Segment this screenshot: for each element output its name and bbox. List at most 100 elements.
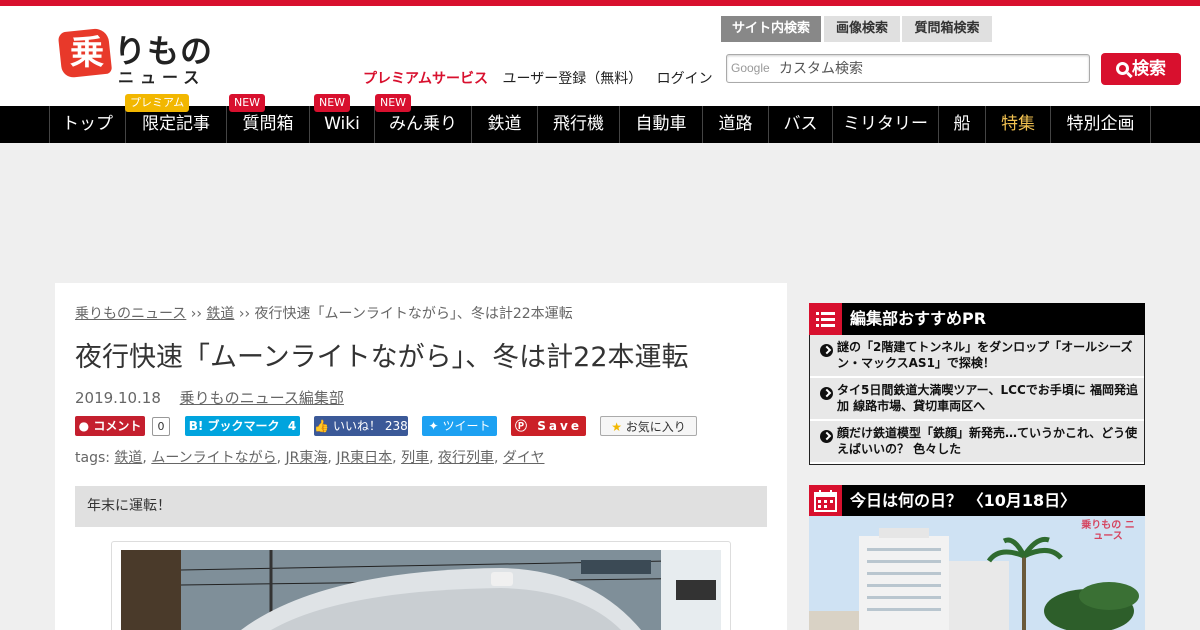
today-heading: 今日は何の日？ 〈10月18日〉: [809, 485, 1145, 517]
breadcrumb-separator: ››: [190, 306, 202, 322]
breadcrumb-separator: ››: [238, 306, 251, 322]
nav-label: みん乗り: [389, 114, 457, 134]
comment-button[interactable]: ● コメント: [75, 416, 145, 436]
favorite-label: お気に入り: [625, 420, 686, 434]
search-button[interactable]: 検索: [1101, 53, 1181, 85]
nav-item-special-project[interactable]: 特別企画: [1050, 106, 1151, 143]
header-links: プレミアムサービス ユーザー登録（無料） ログイン: [363, 68, 723, 88]
pr-heading: 編集部おすすめPR: [809, 303, 1145, 335]
site-header: 乗 りもの ニュース プレミアムサービス ユーザー登録（無料） ログイン サイト…: [0, 6, 1200, 106]
nav-item-car[interactable]: 自動車: [619, 106, 702, 143]
nav-item-bus[interactable]: バス: [768, 106, 832, 143]
hatena-count: 4: [287, 419, 297, 433]
comment-count: 0: [152, 417, 170, 436]
tweet-button[interactable]: ✦ ツイート: [422, 416, 497, 436]
list-icon: [809, 303, 842, 335]
site-logo[interactable]: 乗 りもの ニュース: [57, 26, 220, 87]
article-author[interactable]: 乗りものニュース編集部: [180, 389, 344, 407]
article-container: 乗りものニュース ›› 鉄道 ›› 夜行快速「ムーンライトながら」、冬は計22本…: [55, 283, 787, 630]
today-image[interactable]: 乗りもの ニュース: [809, 516, 1145, 630]
nav-item-question[interactable]: NEW 質問箱: [226, 94, 309, 143]
save-label: Save: [537, 419, 582, 433]
tag-link[interactable]: JR東日本: [336, 450, 392, 466]
like-label: いいね！: [333, 419, 382, 433]
nav-item-feature[interactable]: 特集: [985, 106, 1050, 143]
nav-badge-premium: プレミアム: [125, 94, 190, 112]
tag-link[interactable]: 夜行列車: [438, 450, 494, 466]
nav-label: Wiki: [324, 114, 360, 134]
nav-item-road[interactable]: 道路: [702, 106, 768, 143]
pinterest-save-button[interactable]: Ⓟ Save: [511, 416, 586, 436]
breadcrumb-current: 夜行快速「ムーンライトながら」、冬は計22本運転: [254, 306, 573, 322]
tweet-label: ツイート: [442, 419, 491, 433]
chevron-circle-icon: [820, 344, 833, 357]
tag-link[interactable]: JR東海: [286, 450, 328, 466]
article-lead: 年末に運転！: [75, 486, 767, 527]
pr-item-text: 謎の「2階建てトンネル」をダンロップ「オールシーズン・マックスAS1」で探検！: [837, 340, 1133, 370]
nav-item-wiki[interactable]: NEW Wiki: [309, 94, 374, 143]
tab-site-search[interactable]: サイト内検索: [721, 16, 821, 42]
pr-item[interactable]: 顔だけ鉄道模型「鉄顔」新発売…ていうかこれ、どう使えばいいの？ 色々した: [810, 421, 1144, 463]
nav-badge-new: NEW: [229, 94, 266, 112]
logo-sub: ニュース: [118, 68, 206, 87]
nav-item-minnori[interactable]: NEW みん乗り: [374, 94, 471, 143]
article-date: 2019.10.18: [75, 389, 161, 407]
chevron-circle-icon: [820, 430, 833, 443]
pr-item[interactable]: タイ5日間鉄道大満喫ツアー、LCCでお手頃に 福岡発追加 線路市場、貸切車両区へ: [810, 378, 1144, 420]
hatena-bookmark-button[interactable]: B! ブックマーク 4: [185, 416, 300, 436]
tab-image-search[interactable]: 画像検索: [824, 16, 900, 42]
nav-item-military[interactable]: ミリタリー: [832, 106, 938, 143]
nav-item-aircraft[interactable]: 飛行機: [537, 106, 619, 143]
like-count: 238: [384, 419, 408, 433]
register-link[interactable]: ユーザー登録（無料）: [502, 71, 642, 87]
tag-link[interactable]: 鉄道: [114, 450, 142, 466]
facebook-like-button[interactable]: 👍 いいね！ 238: [314, 416, 408, 436]
nav-badge-new: NEW: [314, 94, 351, 112]
nav-item-top[interactable]: トップ: [49, 106, 125, 143]
tag-link[interactable]: ダイヤ: [503, 450, 545, 466]
nav-label: 特別企画: [1066, 114, 1135, 134]
twitter-bird-icon: ✦: [428, 419, 439, 433]
article-meta: 2019.10.18 乗りものニュース編集部: [75, 387, 344, 408]
article-photo[interactable]: [121, 550, 721, 630]
login-link[interactable]: ログイン: [657, 71, 713, 87]
nav-item-railway[interactable]: 鉄道: [471, 106, 537, 143]
breadcrumb-category[interactable]: 鉄道: [206, 306, 234, 322]
favorite-button[interactable]: ★ お気に入り: [600, 416, 697, 436]
nav-label: ミリタリー: [843, 114, 928, 134]
star-icon: ★: [611, 420, 622, 434]
nav-item-limited[interactable]: プレミアム 限定記事: [125, 94, 226, 143]
search-icon: [1116, 62, 1129, 75]
comment-label: コメント: [93, 419, 142, 433]
premium-service-link[interactable]: プレミアムサービス: [363, 71, 488, 87]
pr-heading-label: 編集部おすすめPR: [850, 309, 987, 328]
google-label: Google: [731, 61, 770, 75]
hatena-label: B! ブックマーク: [188, 419, 280, 433]
main-nav: トップ プレミアム 限定記事 NEW 質問箱 NEW Wiki NEW みん乗り…: [0, 94, 1200, 143]
calendar-icon: [809, 485, 842, 517]
tag-link[interactable]: 列車: [401, 450, 429, 466]
article-title: 夜行快速「ムーンライトながら」、冬は計22本運転: [75, 342, 689, 373]
nav-label: 特集: [1001, 114, 1035, 134]
nav-label: 限定記事: [142, 114, 210, 134]
nav-label: 船: [953, 114, 971, 134]
nav-label: 道路: [718, 114, 753, 134]
breadcrumb: 乗りものニュース ›› 鉄道 ›› 夜行快速「ムーンライトながら」、冬は計22本…: [75, 303, 573, 323]
tag-link[interactable]: ムーンライトながら: [151, 450, 276, 466]
pr-item-text: タイ5日間鉄道大満喫ツアー、LCCでお手頃に 福岡発追加 線路市場、貸切車両区へ: [837, 383, 1138, 413]
nav-item-ship[interactable]: 船: [938, 106, 985, 143]
nav-label: 鉄道: [487, 114, 522, 134]
tag-list: tags: 鉄道, ムーンライトながら, JR東海, JR東日本, 列車, 夜行…: [75, 450, 545, 466]
search-input[interactable]: [779, 58, 1079, 79]
tab-question-search[interactable]: 質問箱検索: [902, 16, 992, 42]
nav-label: バス: [783, 114, 818, 134]
breadcrumb-home[interactable]: 乗りものニュース: [75, 306, 186, 322]
pr-item[interactable]: 謎の「2階建てトンネル」をダンロップ「オールシーズン・マックスAS1」で探検！: [810, 335, 1144, 377]
nav-badge-new: NEW: [375, 94, 412, 112]
nav-label: 自動車: [635, 114, 687, 134]
chevron-circle-icon: [820, 387, 833, 400]
pinterest-icon: Ⓟ: [515, 419, 531, 433]
pr-list: 謎の「2階建てトンネル」をダンロップ「オールシーズン・マックスAS1」で探検！ …: [809, 335, 1145, 465]
nav-label: トップ: [62, 114, 113, 134]
nav-label: 質問箱: [242, 114, 294, 134]
